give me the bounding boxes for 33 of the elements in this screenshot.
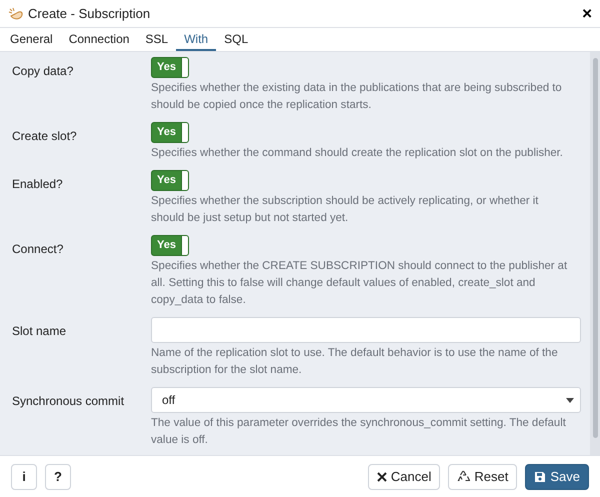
- help-text: Specifies whether the existing data in the publications that are being subscribed to should be copied once the replication starts.: [151, 81, 563, 113]
- tab[interactable]: SQL: [216, 28, 256, 51]
- reset-button[interactable]: Reset: [448, 464, 518, 490]
- help-button[interactable]: ?: [45, 464, 71, 490]
- help-text: Specifies whether the command should create the replication slot on the publisher.: [151, 146, 564, 161]
- close-button[interactable]: ×: [582, 5, 592, 22]
- caret-icon: [566, 398, 574, 402]
- close-icon: [376, 472, 387, 482]
- text-field[interactable]: [151, 317, 581, 343]
- field-label: Copy data?: [12, 63, 74, 80]
- recycle-icon: [457, 470, 470, 483]
- toggle-switch[interactable]: Yes: [151, 122, 189, 143]
- info-button[interactable]: i: [11, 464, 37, 490]
- tab[interactable]: General: [2, 28, 61, 51]
- toggle-switch[interactable]: Yes: [151, 170, 189, 191]
- cancel-button[interactable]: Cancel: [368, 464, 440, 490]
- tab[interactable]: SSL: [137, 28, 176, 51]
- help-text: The value of this parameter overrides the synchronous_commit setting. The default value is off.: [151, 416, 567, 448]
- help-text: Specifies whether the subscription should be actively replicating, or whether it should be just setup but not started yet.: [151, 194, 540, 226]
- field-label: Slot name: [12, 323, 68, 340]
- field-label: Connect?: [12, 241, 64, 258]
- scrollbar[interactable]: [590, 52, 600, 455]
- save-button[interactable]: Save: [525, 464, 589, 490]
- field-label: Create slot?: [12, 128, 78, 145]
- help-text: Specifies whether the CREATE SUBSCRIPTION should connect to the publisher at all. Setting this to false will change default values of enabled, create_slot and copy_data to false.: [151, 259, 568, 308]
- window-title: Create - Subscription: [28, 4, 150, 23]
- toggle-switch[interactable]: Yes: [151, 57, 189, 78]
- field-label: Enabled?: [12, 176, 64, 193]
- help-text: Name of the replication slot to use. The default behavior is to use the name of the subscription for the slot name.: [151, 346, 559, 378]
- select-field[interactable]: off: [151, 387, 581, 413]
- tab[interactable]: Connection: [60, 28, 138, 51]
- toggle-switch[interactable]: Yes: [151, 235, 189, 256]
- field-label: Synchronous commit: [12, 393, 126, 410]
